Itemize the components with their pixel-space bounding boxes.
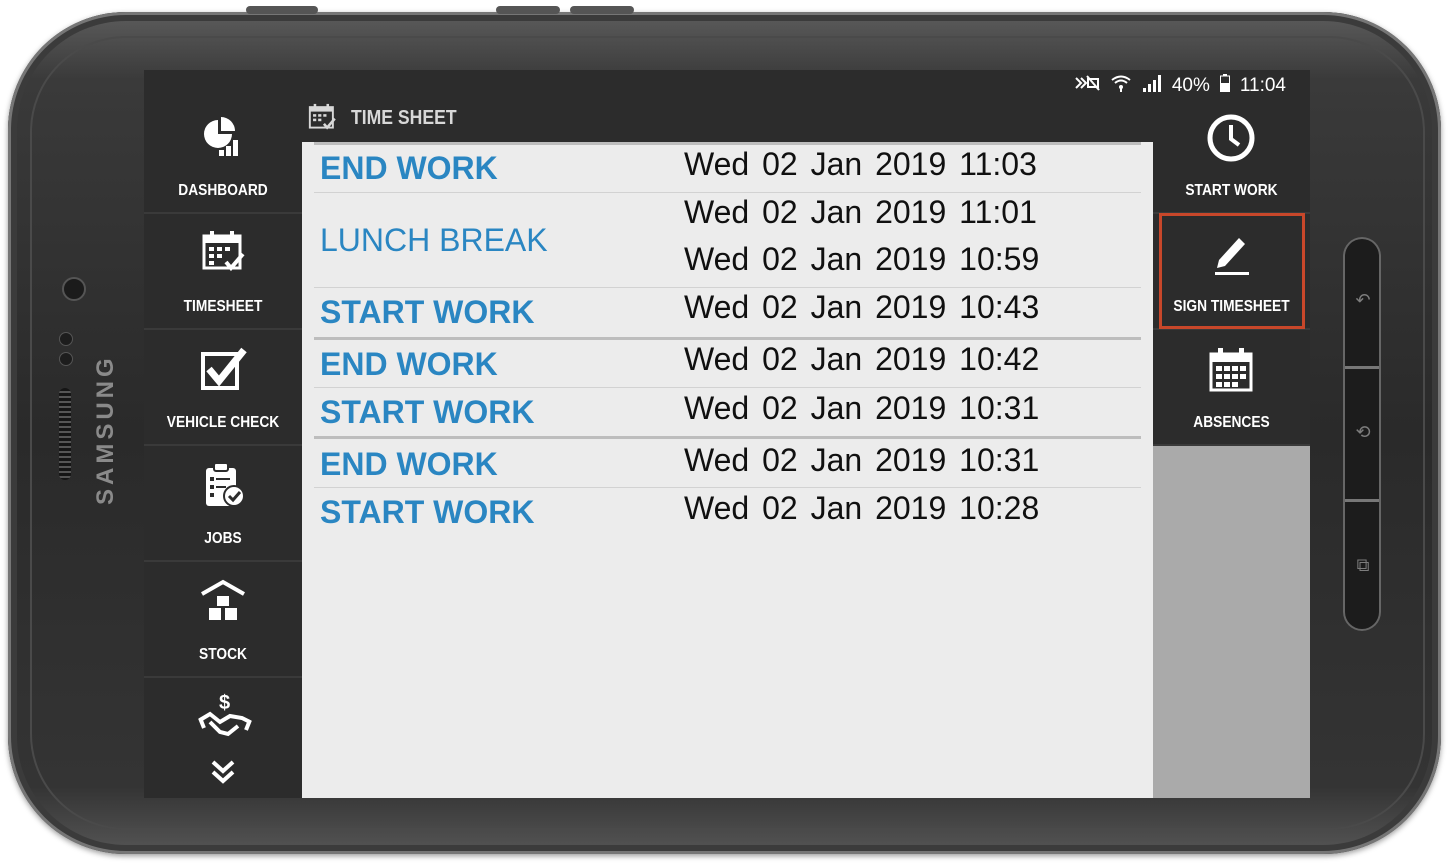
menu-label: STOCK [199,646,247,663]
entry-time: Wed 02 Jan 2019 11:01 [684,194,1037,230]
menu-item-jobs[interactable]: JOBS [144,446,302,562]
row-divider [314,487,1141,488]
entry-action: START WORK [320,294,535,330]
menu-label: JOBS [204,530,242,547]
wifi-icon [1110,74,1132,98]
back-key-icon[interactable]: ↶ [1351,290,1375,311]
menu-item-absences[interactable]: ABSENCES [1153,330,1310,446]
clock-time: 11:04 [1239,75,1286,96]
hardware-key-divider [1345,499,1379,502]
menu-item-start-work[interactable]: START WORK [1153,98,1310,214]
sensor [59,352,73,366]
menu-item-timesheet[interactable]: TIMESHEET [144,214,302,330]
svg-text:$: $ [219,692,230,714]
entry-action: END WORK [320,150,498,186]
clock-icon [1205,112,1257,164]
dashboard-chart-icon [198,112,248,162]
menu-item-dashboard[interactable]: DASHBOARD [144,98,302,214]
timesheet-header: TIME SHEET [302,98,1153,142]
row-divider [314,192,1141,193]
calendar-grid-icon [1205,344,1257,396]
hardware-key-divider [1345,366,1379,369]
hardware-top-button [496,6,560,14]
battery-percent: 40% [1171,75,1210,96]
menu-label: TIMESHEET [183,298,263,315]
stock-boxes-icon [198,576,248,626]
left-menu: DASHBOARD TIMESHEET VEHICLE CHECK JOBS S… [144,98,302,798]
timesheet-title: TIME SHEET [351,107,457,129]
checkbox-icon [198,344,248,394]
selection-highlight [1159,213,1305,329]
entry-time: Wed 02 Jan 2019 10:28 [684,490,1040,526]
menu-label: START WORK [1185,182,1278,199]
recents-key-icon[interactable]: ⧉ [1351,555,1375,576]
clipboard-check-icon [198,460,248,510]
entry-time: Wed 02 Jan 2019 10:42 [684,341,1040,377]
entry-time: Wed 02 Jan 2019 10:43 [684,289,1040,325]
home-key-icon[interactable]: ⟲ [1351,422,1375,443]
calendar-check-icon [198,228,248,278]
entry-action: START WORK [320,494,535,530]
entry-time: Wed 02 Jan 2019 10:31 [684,390,1040,426]
group-divider [314,142,1141,145]
group-divider [314,337,1141,340]
hardware-top-button [570,6,634,14]
menu-label: ABSENCES [1193,414,1270,431]
entry-time: Wed 02 Jan 2019 10:59 [684,241,1040,277]
menu-item-vehicle-check[interactable]: VEHICLE CHECK [144,330,302,446]
group-divider [314,436,1141,439]
entry-action: END WORK [320,446,498,482]
entry-time: Wed 02 Jan 2019 10:31 [684,442,1040,478]
timesheet-panel: TIME SHEET END WORK Wed 02 Jan 2019 11:0… [302,98,1153,798]
mute-icon [1074,75,1100,97]
sensor [59,332,73,346]
speaker-grille [59,388,71,480]
signal-icon [1142,74,1162,98]
battery-icon [1219,74,1230,98]
double-chevron-down-icon[interactable] [207,758,239,786]
app-screen: 40% 11:04 DASHBOARD TIMESHEET VEHICLE CH… [144,70,1310,798]
menu-item-stock[interactable]: STOCK [144,562,302,678]
front-camera [62,277,86,301]
status-bar: 40% 11:04 [144,70,1310,100]
handshake-dollar-icon: $ [198,692,252,742]
hardware-top-button [246,6,318,14]
menu-label: VEHICLE CHECK [166,414,280,431]
right-menu: START WORK SIGN TIMESHEET ABSENCES [1153,98,1310,798]
row-divider [314,287,1141,288]
entry-time: Wed 02 Jan 2019 11:03 [684,146,1037,182]
entry-action: START WORK [320,394,535,430]
row-divider [314,387,1141,388]
device-brand: SAMSUNG [92,354,119,505]
entry-action: END WORK [320,346,498,382]
entry-action: LUNCH BREAK [320,222,548,258]
calendar-check-icon [306,102,336,132]
menu-label: DASHBOARD [178,182,268,199]
